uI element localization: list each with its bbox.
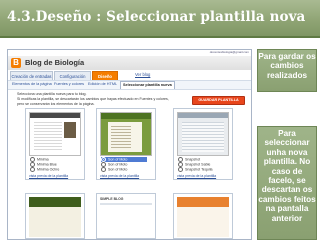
save-template-button[interactable]: GUARDAR PLANTILLA <box>192 96 245 105</box>
callout-line: seleccionar <box>264 138 310 148</box>
template-name: SIMPLE BLOG <box>100 197 124 201</box>
blogger-logo-icon[interactable]: B <box>11 58 21 68</box>
callout-select-template: Para seleccionar unha nova plantilla. No… <box>257 126 317 240</box>
subtab-html[interactable]: Edición de HTML <box>88 82 117 86</box>
template-card <box>173 193 233 239</box>
callout-line: na pantalla <box>265 204 309 214</box>
callout-line: caso de <box>271 166 303 176</box>
tab-configuracion[interactable]: Configuración <box>54 71 91 80</box>
callout-line: anterior <box>271 213 303 223</box>
template-preview-link[interactable]: vista previa de la plantilla <box>29 174 68 178</box>
callout-line: Para gardar os <box>258 52 316 61</box>
tab-creacion-entradas[interactable]: Creación de entradas <box>10 71 53 80</box>
slide: 4.3.Deseño : Seleccionar plantilla nova … <box>0 0 320 240</box>
template-card-selected: Son of Moto Son of Moto Son of Moto vist… <box>96 108 156 180</box>
blogger-header: B Blog de Biología <box>8 56 251 70</box>
blog-name: Blog de Biología <box>25 58 85 67</box>
template-thumbnail[interactable] <box>100 197 152 237</box>
callout-line: plantilla. No <box>263 157 311 167</box>
instructions: Selecciona una plantilla nueva para tu b… <box>17 92 169 107</box>
blogger-screenshot: docentesbiologia@gmail.com B Blog de Bio… <box>7 49 252 240</box>
view-blog-link[interactable]: Ver blog <box>135 72 150 77</box>
template-thumbnail[interactable] <box>29 197 81 237</box>
template-card: Minima Minima Blue Minima Ochre vista pr… <box>25 108 85 180</box>
instruction-line: pero se conservarán los elementos de la … <box>17 102 95 106</box>
template-card <box>25 193 85 239</box>
template-option[interactable]: Son of Moto <box>101 167 147 172</box>
callout-line: unha nova <box>266 147 308 157</box>
subtab-fuentes[interactable]: Fuentes y colores <box>54 82 84 86</box>
slide-title: 4.3.Deseño : Seleccionar plantilla nova <box>7 9 306 25</box>
callout-line: cambios feitos <box>258 194 316 204</box>
slide-title-bar: 4.3.Deseño : Seleccionar plantilla nova <box>0 0 320 38</box>
subtab-elementos[interactable]: Elementos de la página <box>12 82 52 86</box>
template-preview-link[interactable]: vista previa de la plantilla <box>100 174 139 178</box>
tab-diseno[interactable]: Diseño <box>92 71 118 80</box>
template-thumbnail[interactable] <box>177 197 229 237</box>
callout-line: facelo, se <box>268 176 306 186</box>
template-thumbnail[interactable] <box>177 112 229 156</box>
callout-line: Para <box>278 129 296 138</box>
account-email[interactable]: docentesbiologia@gmail.com <box>210 50 249 54</box>
template-card: SIMPLE BLOG <box>96 193 156 239</box>
callout-line: descartan os <box>261 185 313 195</box>
template-thumbnail[interactable] <box>100 112 152 156</box>
callout-line: cambios <box>270 61 304 71</box>
template-option[interactable]: Minima Ochre <box>30 167 76 172</box>
callout-save: Para gardar os cambios realizados <box>257 49 317 92</box>
subtab-seleccionar-plantilla[interactable]: Seleccionar plantilla nueva <box>120 81 175 89</box>
subtabs: Elementos de la página Fuentes y colores… <box>8 80 251 90</box>
callout-line: realizados <box>266 70 308 80</box>
template-preview-link[interactable]: vista previa de la plantilla <box>177 174 216 178</box>
template-option[interactable]: Snapshot Tequila <box>178 167 224 172</box>
template-thumbnail[interactable] <box>29 112 81 156</box>
template-card: Snapshot Snapshot Sable Snapshot Tequila… <box>173 108 233 180</box>
